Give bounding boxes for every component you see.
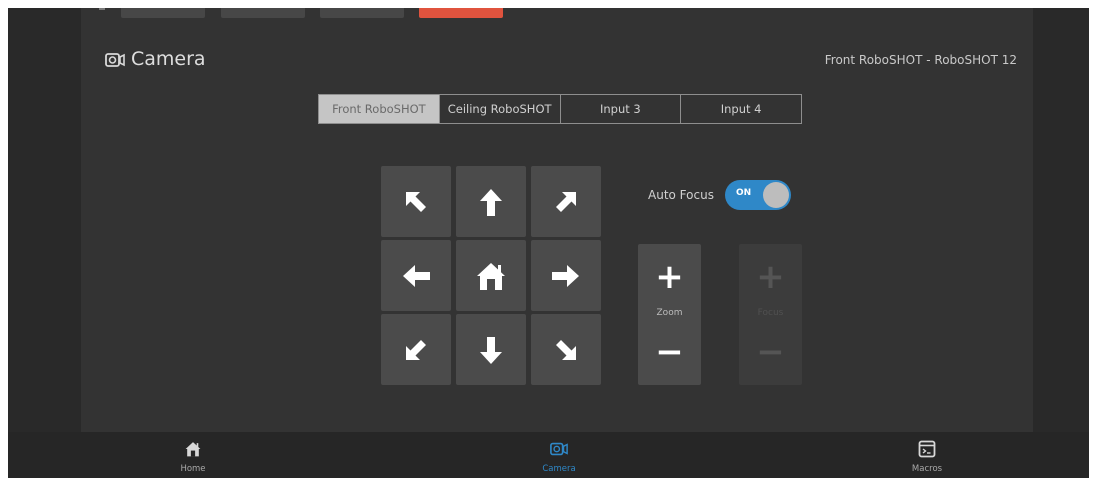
toggle-state-text: ON (736, 188, 752, 198)
zoom-in-button[interactable]: + (638, 252, 701, 302)
pan-left-button[interactable] (381, 240, 451, 311)
plus-icon: + (655, 257, 684, 297)
pan-up-button[interactable] (456, 166, 526, 237)
app-frame: Camera Front RoboSHOT - RoboSHOT 12 Fron… (8, 8, 1089, 478)
camera-icon (105, 53, 125, 67)
minus-icon: − (655, 332, 684, 372)
plus-icon: + (756, 257, 785, 297)
nav-camera[interactable]: Camera (519, 432, 599, 478)
bottom-nav: Home Camera Macros (8, 432, 1089, 478)
tab-front-roboshot[interactable]: Front RoboSHOT (319, 95, 439, 123)
tab-input-3[interactable]: Input 3 (559, 95, 681, 123)
home-icon (477, 262, 505, 290)
arrow-left-icon (403, 264, 430, 287)
pan-up-left-button[interactable] (381, 166, 451, 237)
auto-focus-toggle[interactable]: ON (725, 180, 791, 210)
top-tab-1[interactable] (121, 8, 205, 18)
left-margin (8, 8, 81, 432)
top-tab-4[interactable] (419, 8, 503, 18)
home-position-button[interactable] (456, 240, 526, 311)
macros-icon (918, 440, 936, 458)
pan-up-right-button[interactable] (531, 166, 601, 237)
zoom-label: Zoom (656, 308, 683, 318)
arrow-right-icon (552, 264, 579, 287)
arrow-up-icon (480, 188, 502, 216)
focus-far-button: − (739, 327, 802, 377)
nav-macros[interactable]: Macros (887, 432, 967, 478)
device-name: Front RoboSHOT - RoboSHOT 12 (824, 53, 1017, 67)
auto-focus-label: Auto Focus (648, 188, 714, 202)
arrow-down-right-icon (556, 339, 576, 360)
pan-down-button[interactable] (456, 314, 526, 385)
arrow-down-icon (480, 336, 502, 364)
focus-near-button: + (739, 252, 802, 302)
top-scroll-indicator (99, 8, 105, 10)
nav-macros-label: Macros (911, 464, 943, 474)
top-tab-3[interactable] (320, 8, 404, 18)
input-selector: Front RoboSHOT Ceiling RoboSHOT Input 3 … (318, 94, 802, 124)
top-tab-2[interactable] (221, 8, 305, 18)
camera-icon (550, 442, 568, 456)
focus-label: Focus (757, 308, 784, 318)
minus-icon: − (756, 332, 785, 372)
arrow-down-left-icon (406, 339, 426, 360)
pan-right-button[interactable] (531, 240, 601, 311)
arrow-up-left-icon (406, 191, 426, 212)
zoom-control: + Zoom − (638, 244, 701, 385)
nav-home[interactable]: Home (153, 432, 233, 478)
pan-down-left-button[interactable] (381, 314, 451, 385)
tab-input-4[interactable]: Input 4 (680, 95, 801, 123)
nav-camera-label: Camera (542, 464, 576, 474)
camera-panel: Camera Front RoboSHOT - RoboSHOT 12 Fron… (81, 8, 1033, 432)
focus-control: + Focus − (739, 244, 802, 385)
zoom-out-button[interactable]: − (638, 327, 701, 377)
right-margin (1033, 8, 1089, 432)
home-icon (185, 442, 201, 457)
toggle-knob (763, 182, 789, 208)
ptz-pad (381, 166, 601, 385)
arrow-up-right-icon (556, 191, 576, 212)
pan-down-right-button[interactable] (531, 314, 601, 385)
tab-ceiling-roboshot[interactable]: Ceiling RoboSHOT (438, 95, 560, 123)
nav-home-label: Home (180, 464, 206, 474)
page-title: Camera (131, 48, 206, 70)
